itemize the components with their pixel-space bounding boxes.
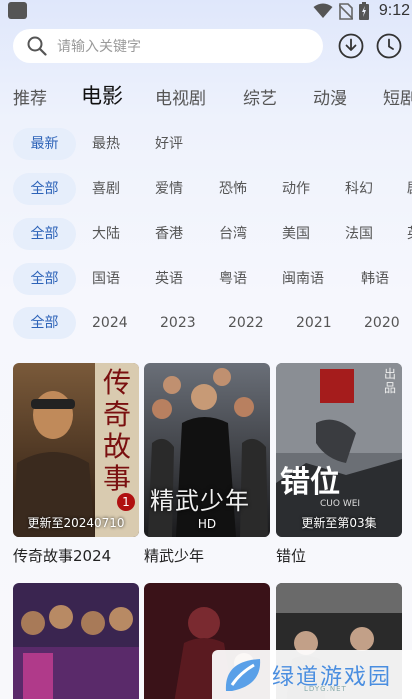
movie-poster: 精武少年 HD xyxy=(144,363,270,537)
filter-chip-cantonese[interactable]: 粤语 xyxy=(219,263,247,295)
filter-chip-2022[interactable]: 2022 xyxy=(228,307,264,339)
battery-icon xyxy=(358,2,369,20)
wifi-icon xyxy=(313,3,333,18)
status-icons: 9:12 xyxy=(313,0,410,22)
movie-card[interactable]: 精武少年 HD 精武少年 xyxy=(144,363,270,573)
filter-chip-all[interactable]: 全部 xyxy=(13,263,76,295)
filter-row-year: 全部 2024 2023 2022 2021 2020 xyxy=(0,307,412,341)
update-badge: 更新至第03集 xyxy=(301,516,377,530)
filter-chip-mainland[interactable]: 大陆 xyxy=(92,218,120,250)
tab-tv-series[interactable]: 电视剧 xyxy=(155,84,206,109)
app-notification-icon xyxy=(8,2,27,19)
movie-card[interactable]: 传奇故事 1 更新至20240710 传奇故事2024 xyxy=(13,363,139,573)
movie-poster: 传奇故事 1 更新至20240710 xyxy=(13,363,139,537)
status-bar: 9:12 xyxy=(0,0,412,24)
movie-title: 错位 xyxy=(276,547,307,565)
filter-chip-2024[interactable]: 2024 xyxy=(92,307,128,339)
filter-row-sort: 最新 最热 好评 xyxy=(0,128,412,162)
poster-subtitle-text: CUO WEI xyxy=(320,499,361,509)
filter-row-region: 全部 大陆 香港 台湾 美国 法国 英 xyxy=(0,218,412,252)
filter-chip-france[interactable]: 法国 xyxy=(345,218,373,250)
filter-chip-2023[interactable]: 2023 xyxy=(160,307,196,339)
tab-movie[interactable]: 电影 xyxy=(81,80,123,110)
tab-recommend[interactable]: 推荐 xyxy=(13,84,47,109)
filter-chip-hot[interactable]: 最热 xyxy=(92,128,120,160)
filter-chip-korean[interactable]: 韩语 xyxy=(361,263,389,295)
filter-chip-hongkong[interactable]: 香港 xyxy=(155,218,183,250)
filter-chip-comedy[interactable]: 喜剧 xyxy=(92,173,120,205)
filter-chip-latest[interactable]: 最新 xyxy=(13,128,76,160)
filter-chip-romance[interactable]: 爱情 xyxy=(155,173,183,205)
filter-chip-taiwan[interactable]: 台湾 xyxy=(219,218,247,250)
filter-chip-all[interactable]: 全部 xyxy=(13,173,76,205)
filter-chip-scifi[interactable]: 科幻 xyxy=(345,173,373,205)
movie-poster: 错位 CUO WEI 出品 更新至第03集 xyxy=(276,363,402,537)
filter-chip-all[interactable]: 全部 xyxy=(13,218,76,250)
category-tabs: 推荐 电影 电视剧 综艺 动漫 短剧 xyxy=(0,78,412,112)
tab-variety[interactable]: 综艺 xyxy=(243,84,277,109)
search-input[interactable]: 请输入关键字 xyxy=(13,29,323,63)
filter-chip-hokkien[interactable]: 闽南语 xyxy=(282,263,324,295)
filter-chip-action[interactable]: 动作 xyxy=(282,173,310,205)
clock-time: 9:12 xyxy=(378,2,410,19)
no-sim-icon xyxy=(338,2,353,20)
filter-chip-rated[interactable]: 好评 xyxy=(155,128,183,160)
filter-chip-english[interactable]: 英语 xyxy=(155,263,183,295)
filter-chip-2020[interactable]: 2020 xyxy=(364,307,400,339)
search-placeholder: 请输入关键字 xyxy=(57,39,141,55)
search-icon xyxy=(27,36,47,56)
watermark-subtext: LDYG.NET xyxy=(304,685,347,693)
filter-chip-uk[interactable]: 英 xyxy=(407,218,412,250)
tab-anime[interactable]: 动漫 xyxy=(313,84,347,109)
movie-title: 传奇故事2024 xyxy=(13,547,112,565)
poster-title-text: 精武少年 xyxy=(150,487,250,515)
history-icon[interactable] xyxy=(376,33,402,59)
watermark-logo: 绿道游戏园 LDYG.NET xyxy=(212,650,412,699)
tab-short-drama[interactable]: 短剧 xyxy=(383,84,412,109)
download-icon[interactable] xyxy=(338,33,364,59)
filter-chip-mandarin[interactable]: 国语 xyxy=(92,263,120,295)
poster-side-text: 出品 xyxy=(384,367,397,395)
movie-card[interactable] xyxy=(13,583,139,699)
poster-title-text: 错位 xyxy=(280,465,340,500)
update-badge: 更新至20240710 xyxy=(27,516,125,530)
filter-chip-usa[interactable]: 美国 xyxy=(282,218,310,250)
movie-poster xyxy=(13,583,139,699)
poster-title-text: 传奇故事 xyxy=(102,366,131,495)
filter-chip-all[interactable]: 全部 xyxy=(13,307,76,339)
leaf-logo-icon xyxy=(225,658,261,691)
poster-number: 1 xyxy=(117,493,135,511)
filter-chip-horror[interactable]: 恐怖 xyxy=(219,173,247,205)
quality-badge: HD xyxy=(197,517,217,531)
movie-card[interactable]: 错位 CUO WEI 出品 更新至第03集 错位 xyxy=(276,363,402,573)
movie-title: 精武少年 xyxy=(144,547,205,565)
filter-row-language: 全部 国语 英语 粤语 闽南语 韩语 xyxy=(0,263,412,297)
poster-art xyxy=(13,583,139,699)
filter-chip-more[interactable]: 剧 xyxy=(407,173,412,205)
filter-row-genre: 全部 喜剧 爱情 恐怖 动作 科幻 剧 xyxy=(0,173,412,207)
filter-chip-2021[interactable]: 2021 xyxy=(296,307,332,339)
